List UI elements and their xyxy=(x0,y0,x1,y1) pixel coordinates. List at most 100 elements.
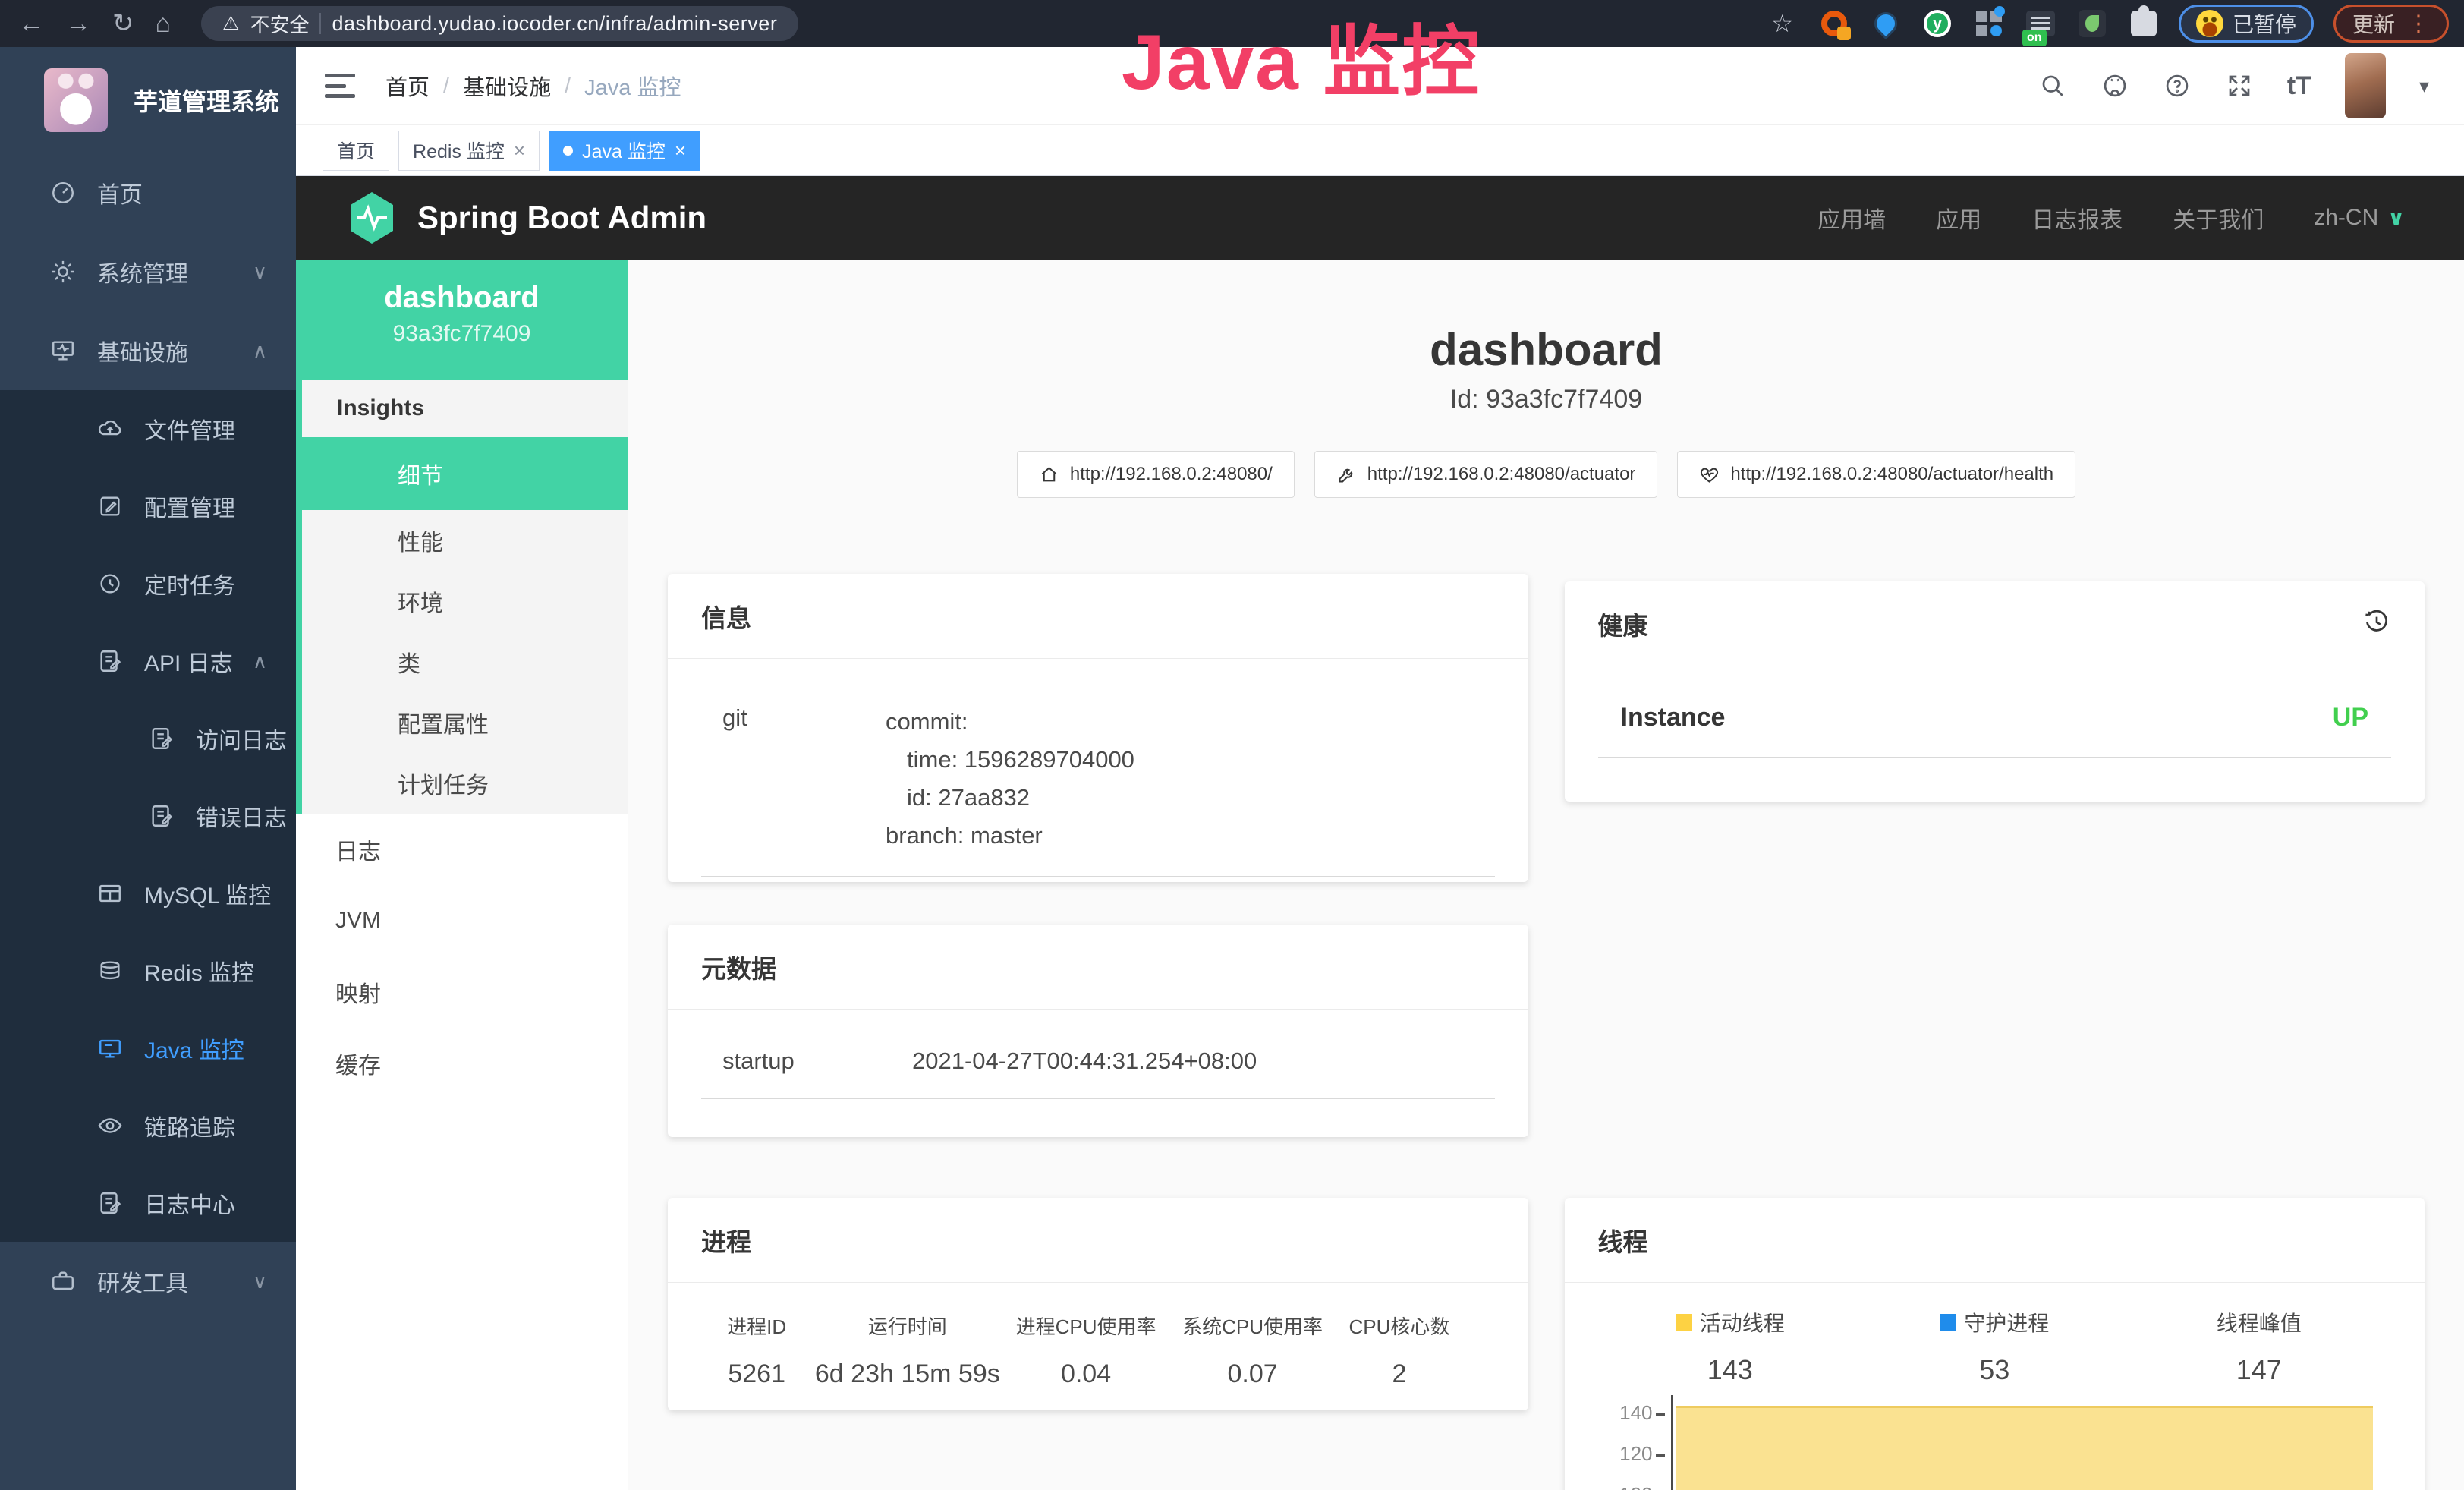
extension-icon-3[interactable]: y xyxy=(1922,8,1953,39)
sba-item-logs[interactable]: 日志 xyxy=(296,814,628,885)
sba-nav-applications[interactable]: 应用 xyxy=(1936,201,1981,235)
bookmark-star-icon[interactable]: ☆ xyxy=(1771,9,1793,38)
sidebar-item-trace[interactable]: 链路追踪 xyxy=(0,1087,296,1164)
sidebar-item-system[interactable]: 系统管理 ∨ xyxy=(0,232,296,311)
process-card-header: 进程 xyxy=(668,1198,1528,1283)
security-label[interactable]: 不安全 xyxy=(250,10,309,38)
sba-item-caches[interactable]: 缓存 xyxy=(296,1028,628,1099)
threads-values: 143 53 147 xyxy=(1598,1354,2392,1386)
puzzle-icon xyxy=(2131,11,2157,36)
threads-chart: 140 120 100 xyxy=(1598,1398,2392,1490)
help-icon[interactable] xyxy=(2163,71,2192,100)
sba-item-jvm[interactable]: JVM xyxy=(296,885,628,956)
hamburger-icon[interactable] xyxy=(325,74,355,98)
tab-java-monitor[interactable]: Java 监控 × xyxy=(549,131,700,171)
app-logo-row[interactable]: 芋道管理系统 xyxy=(0,47,296,153)
sba-item-environment[interactable]: 环境 xyxy=(302,571,628,632)
active-dot xyxy=(563,146,573,156)
legend-daemon-threads: 守护进程 xyxy=(1940,1307,2049,1337)
threads-card-title: 线程 xyxy=(1598,1222,1648,1258)
tab-redis-monitor[interactable]: Redis 监控 × xyxy=(398,131,540,171)
chevron-up-icon: ∧ xyxy=(253,339,267,363)
app-sidebar: 芋道管理系统 首页 系统管理 ∨ 基础设施 ∧ 文件管理 xyxy=(0,47,296,1490)
extension-icon-5[interactable]: on xyxy=(2025,8,2056,39)
browser-home-icon[interactable]: ⌂ xyxy=(156,9,172,39)
health-card: 健康 Instance UP xyxy=(1565,581,2425,802)
chevron-up-icon: ∧ xyxy=(253,650,267,673)
sidebar-item-job[interactable]: 定时任务 xyxy=(0,545,296,622)
value-uptime: 6d 23h 15m 59s xyxy=(812,1359,1002,1389)
sidebar-item-config[interactable]: 配置管理 xyxy=(0,468,296,545)
sidebar-item-file[interactable]: 文件管理 xyxy=(0,390,296,468)
metadata-card: 元数据 startup 2021-04-27T00:44:31.254+08:0… xyxy=(668,925,1528,1137)
tab-label: 首页 xyxy=(337,137,375,164)
extensions-puzzle-icon[interactable] xyxy=(2129,8,2159,39)
y-circle-icon: y xyxy=(1924,10,1951,37)
sidebar-item-label: 日志中心 xyxy=(144,1186,235,1220)
close-icon[interactable]: × xyxy=(675,139,686,162)
caret-down-icon[interactable]: ▾ xyxy=(2419,74,2429,98)
health-url-button[interactable]: http://192.168.0.2:48080/actuator/health xyxy=(1677,451,2075,498)
sidebar-item-error-log[interactable]: 错误日志 xyxy=(0,777,296,855)
extension-icon-4[interactable] xyxy=(1974,8,2004,39)
update-button[interactable]: 更新 ⋮ xyxy=(2333,5,2449,43)
extension-icon-2[interactable] xyxy=(1871,8,1901,39)
paused-badge[interactable]: 已暂停 xyxy=(2179,5,2314,43)
sidebar-item-access-log[interactable]: 访问日志 xyxy=(0,700,296,777)
github-icon[interactable] xyxy=(2101,71,2129,100)
process-card-body: 进程ID 运行时间 进程CPU使用率 系统CPU使用率 CPU核心数 5261 … xyxy=(668,1283,1528,1415)
more-vertical-icon[interactable]: ⋮ xyxy=(2407,11,2430,37)
sidebar-item-infra[interactable]: 基础设施 ∧ xyxy=(0,311,296,390)
breadcrumb-infra[interactable]: 基础设施 xyxy=(463,70,551,102)
sidebar-item-label: 链路追踪 xyxy=(144,1109,235,1142)
sidebar-item-redis[interactable]: Redis 监控 xyxy=(0,932,296,1010)
leaf-icon xyxy=(2079,10,2106,37)
service-url-button[interactable]: http://192.168.0.2:48080/ xyxy=(1017,451,1295,498)
metadata-card-header: 元数据 xyxy=(668,925,1528,1010)
fullscreen-icon[interactable] xyxy=(2225,71,2254,100)
locale-selector[interactable]: zh-CN ∨ xyxy=(2314,205,2405,231)
breadcrumb-current: Java 监控 xyxy=(584,70,681,102)
sidebar-item-home[interactable]: 首页 xyxy=(0,153,296,232)
sba-item-mappings[interactable]: 映射 xyxy=(296,956,628,1028)
sba-nav-about[interactable]: 关于我们 xyxy=(2173,201,2264,235)
tab-home[interactable]: 首页 xyxy=(323,131,389,171)
sba-item-config-props[interactable]: 配置属性 xyxy=(302,692,628,753)
avatar[interactable] xyxy=(2345,53,2386,118)
value-system-cpu: 0.07 xyxy=(1169,1359,1336,1389)
sba-item-details[interactable]: 细节 xyxy=(302,437,628,510)
close-icon[interactable]: × xyxy=(514,139,525,162)
sba-item-classes[interactable]: 类 xyxy=(302,632,628,692)
note-edit-icon xyxy=(149,726,175,751)
address-bar[interactable]: ⚠ 不安全 dashboard.yudao.iocoder.cn/infra/a… xyxy=(201,6,798,41)
sidebar-item-log-center[interactable]: 日志中心 xyxy=(0,1164,296,1242)
back-icon[interactable]: ← xyxy=(18,9,44,39)
layers-icon xyxy=(97,958,123,984)
sba-item-scheduled-tasks[interactable]: 计划任务 xyxy=(302,753,628,814)
font-size-icon[interactable]: tT xyxy=(2287,71,2311,101)
reload-icon[interactable]: ↻ xyxy=(112,8,134,39)
history-icon[interactable] xyxy=(2362,607,2391,640)
breadcrumb-home[interactable]: 首页 xyxy=(385,70,430,102)
sba-header: Spring Boot Admin 应用墙 应用 日志报表 关于我们 zh-CN… xyxy=(296,176,2464,260)
actuator-url-button[interactable]: http://192.168.0.2:48080/actuator xyxy=(1314,451,1658,498)
sidebar-item-mysql[interactable]: MySQL 监控 xyxy=(0,855,296,932)
search-icon[interactable] xyxy=(2038,71,2067,100)
forward-icon[interactable]: → xyxy=(65,9,91,39)
sba-brand[interactable]: Spring Boot Admin xyxy=(348,191,706,245)
col-process-cpu: 进程CPU使用率 xyxy=(1002,1312,1169,1340)
tab-label: Java 监控 xyxy=(582,137,666,164)
daemon-threads-value: 53 xyxy=(1862,1354,2127,1386)
extension-icon-1[interactable] xyxy=(1819,8,1849,39)
sba-item-metrics[interactable]: 性能 xyxy=(302,510,628,571)
health-url: http://192.168.0.2:48080/actuator/health xyxy=(1730,464,2053,485)
extension-icon-6[interactable] xyxy=(2077,8,2107,39)
url-text[interactable]: dashboard.yudao.iocoder.cn/infra/admin-s… xyxy=(332,12,777,36)
sidebar-item-dev-tools[interactable]: 研发工具 ∨ xyxy=(0,1242,296,1321)
git-time-line: time: 1596289704000 xyxy=(886,741,1134,779)
note-edit-icon xyxy=(149,803,175,829)
sidebar-item-java[interactable]: Java 监控 xyxy=(0,1010,296,1087)
sidebar-item-api-log[interactable]: API 日志 ∧ xyxy=(0,622,296,700)
sba-nav-wallboard[interactable]: 应用墙 xyxy=(1817,201,1886,235)
sba-nav-journal[interactable]: 日志报表 xyxy=(2031,201,2123,235)
